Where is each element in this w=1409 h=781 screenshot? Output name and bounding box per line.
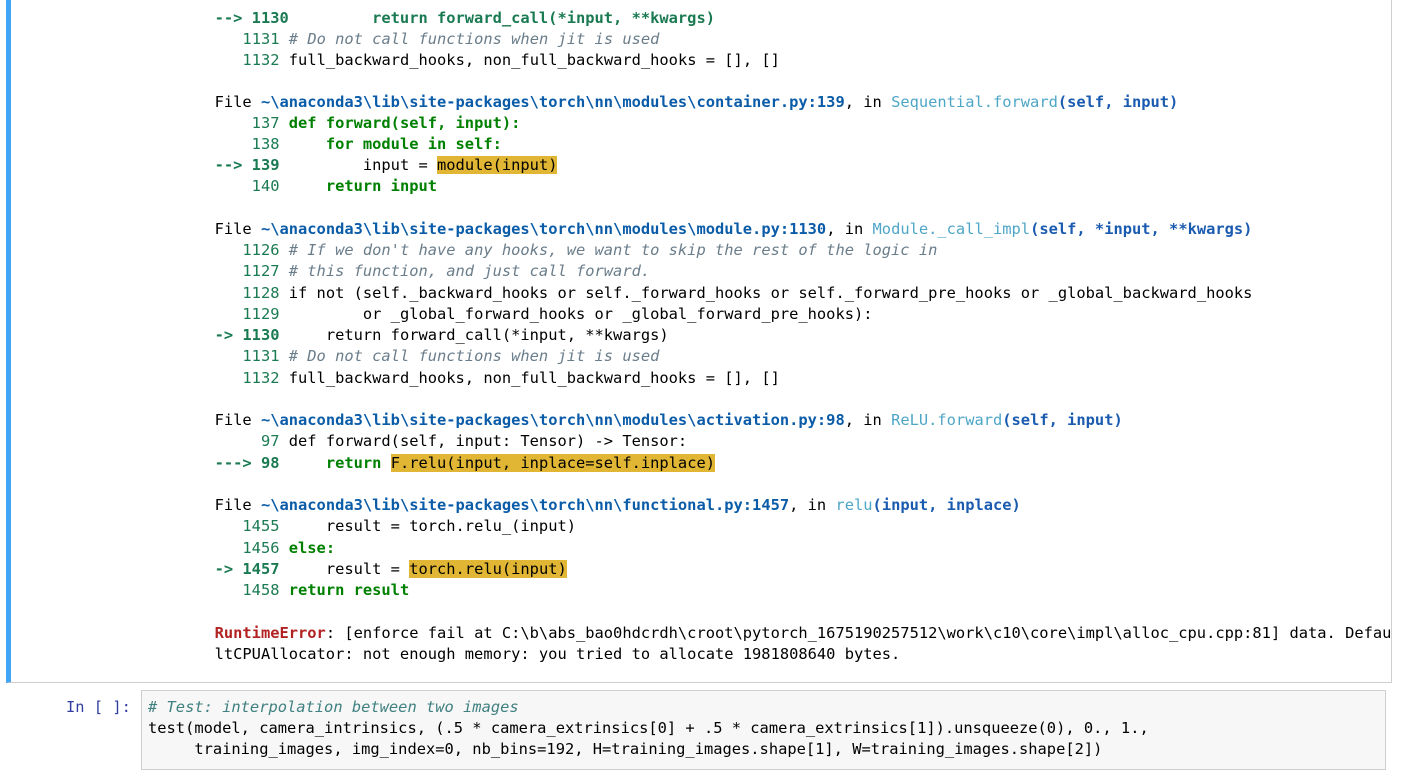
code-text: return bbox=[288, 454, 391, 472]
traceback-line: 1132 full_backward_hooks, non_full_backw… bbox=[159, 29, 779, 69]
traceback-line: 1128 if not (self._backward_hooks or sel… bbox=[159, 262, 1252, 302]
code-text: return result bbox=[288, 581, 410, 599]
frame-header-module: File ~\anaconda3\lib\site-packages\torch… bbox=[159, 198, 1253, 238]
code-text: (self, input) bbox=[1057, 93, 1179, 111]
traceback-line: 1131 # Do not call functions when jit is… bbox=[159, 8, 659, 48]
traceback-line-current: --> 139 input = module(input) bbox=[159, 134, 558, 174]
traceback-line-cut: --> 1130 return forward_call(*input, **k… bbox=[159, 0, 715, 27]
code-text: 1132 bbox=[242, 51, 280, 69]
code-text: relu bbox=[835, 496, 873, 514]
code-editor[interactable]: # Test: interpolation between two images… bbox=[148, 697, 1149, 760]
output-cell: --> 1130 return forward_call(*input, **k… bbox=[6, 0, 1392, 683]
traceback-line: 97 def forward(self, input: Tensor) -> T… bbox=[159, 410, 687, 450]
code-text: ltCPUAllocator: not enough memory: you t… bbox=[214, 645, 901, 663]
code-input-cell[interactable]: # Test: interpolation between two images… bbox=[141, 690, 1386, 770]
code-text: , in bbox=[844, 411, 892, 429]
traceback-line: 1456 else: bbox=[159, 517, 335, 557]
code-line-comment: # Test: interpolation between two images bbox=[148, 698, 519, 716]
frame-header-functional: File ~\anaconda3\lib\site-packages\torch… bbox=[159, 474, 1021, 514]
error-message: RuntimeError: [enforce fail at C:\b\abs_… bbox=[159, 602, 1392, 642]
code-text: (input, inplace) bbox=[872, 496, 1021, 514]
traceback-line-current: -> 1457 result = torch.relu(input) bbox=[159, 538, 567, 578]
traceback-line-current: ---> 98 return F.relu(input, inplace=sel… bbox=[159, 432, 715, 472]
code-line: training_images, img_index=0, nb_bins=19… bbox=[148, 740, 1103, 758]
code-line: test(model, camera_intrinsics, (.5 * cam… bbox=[148, 719, 1149, 737]
highlighted-expression: module(input) bbox=[437, 156, 558, 174]
code-text: Sequential.forward bbox=[891, 93, 1058, 111]
traceback-line: 1455 result = torch.relu_(input) bbox=[159, 495, 576, 535]
code-text: 140 bbox=[214, 177, 289, 195]
input-prompt: In [ ]: bbox=[66, 698, 131, 716]
traceback-line: 1131 # Do not call functions when jit is… bbox=[159, 325, 659, 365]
traceback-line: 137 def forward(self, input): bbox=[159, 92, 521, 132]
traceback-line: 138 for module in self: bbox=[159, 113, 502, 153]
traceback-line: 140 return input bbox=[159, 155, 437, 195]
traceback-line: 1127 # this function, and just call forw… bbox=[159, 240, 650, 280]
traceback-line: 1129 or _global_forward_hooks or _global… bbox=[159, 283, 872, 323]
code-text: full_backward_hooks, non_full_backward_h… bbox=[288, 369, 780, 387]
traceback-line: 1132 full_backward_hooks, non_full_backw… bbox=[159, 347, 779, 387]
traceback-line: 1126 # If we don't have any hooks, we wa… bbox=[159, 219, 937, 259]
traceback-line-current: -> 1130 return forward_call(*input, **kw… bbox=[159, 304, 669, 344]
code-text: 1458 bbox=[214, 581, 289, 599]
code-text: (self, *input, **kwargs) bbox=[1030, 220, 1253, 238]
highlighted-expression: F.relu(input, inplace=self.inplace) bbox=[390, 454, 715, 472]
code-text: ---> 98 bbox=[214, 454, 289, 472]
code-text: 1132 bbox=[214, 369, 289, 387]
code-text: (self, input) bbox=[1002, 411, 1123, 429]
code-text: ReLU.forward bbox=[891, 411, 1003, 429]
frame-header-container: File ~\anaconda3\lib\site-packages\torch… bbox=[159, 71, 1179, 111]
code-text: , in bbox=[844, 93, 892, 111]
code-text: full_backward_hooks, non_full_backward_h… bbox=[288, 51, 780, 69]
code-text: , in bbox=[789, 496, 836, 514]
error-message-continued: ltCPUAllocator: not enough memory: you t… bbox=[159, 623, 901, 663]
code-text: return input bbox=[288, 177, 438, 195]
highlighted-expression: torch.relu(input) bbox=[409, 560, 567, 578]
frame-header-activation: File ~\anaconda3\lib\site-packages\torch… bbox=[159, 389, 1123, 429]
traceback-line: 1458 return result bbox=[159, 559, 409, 599]
